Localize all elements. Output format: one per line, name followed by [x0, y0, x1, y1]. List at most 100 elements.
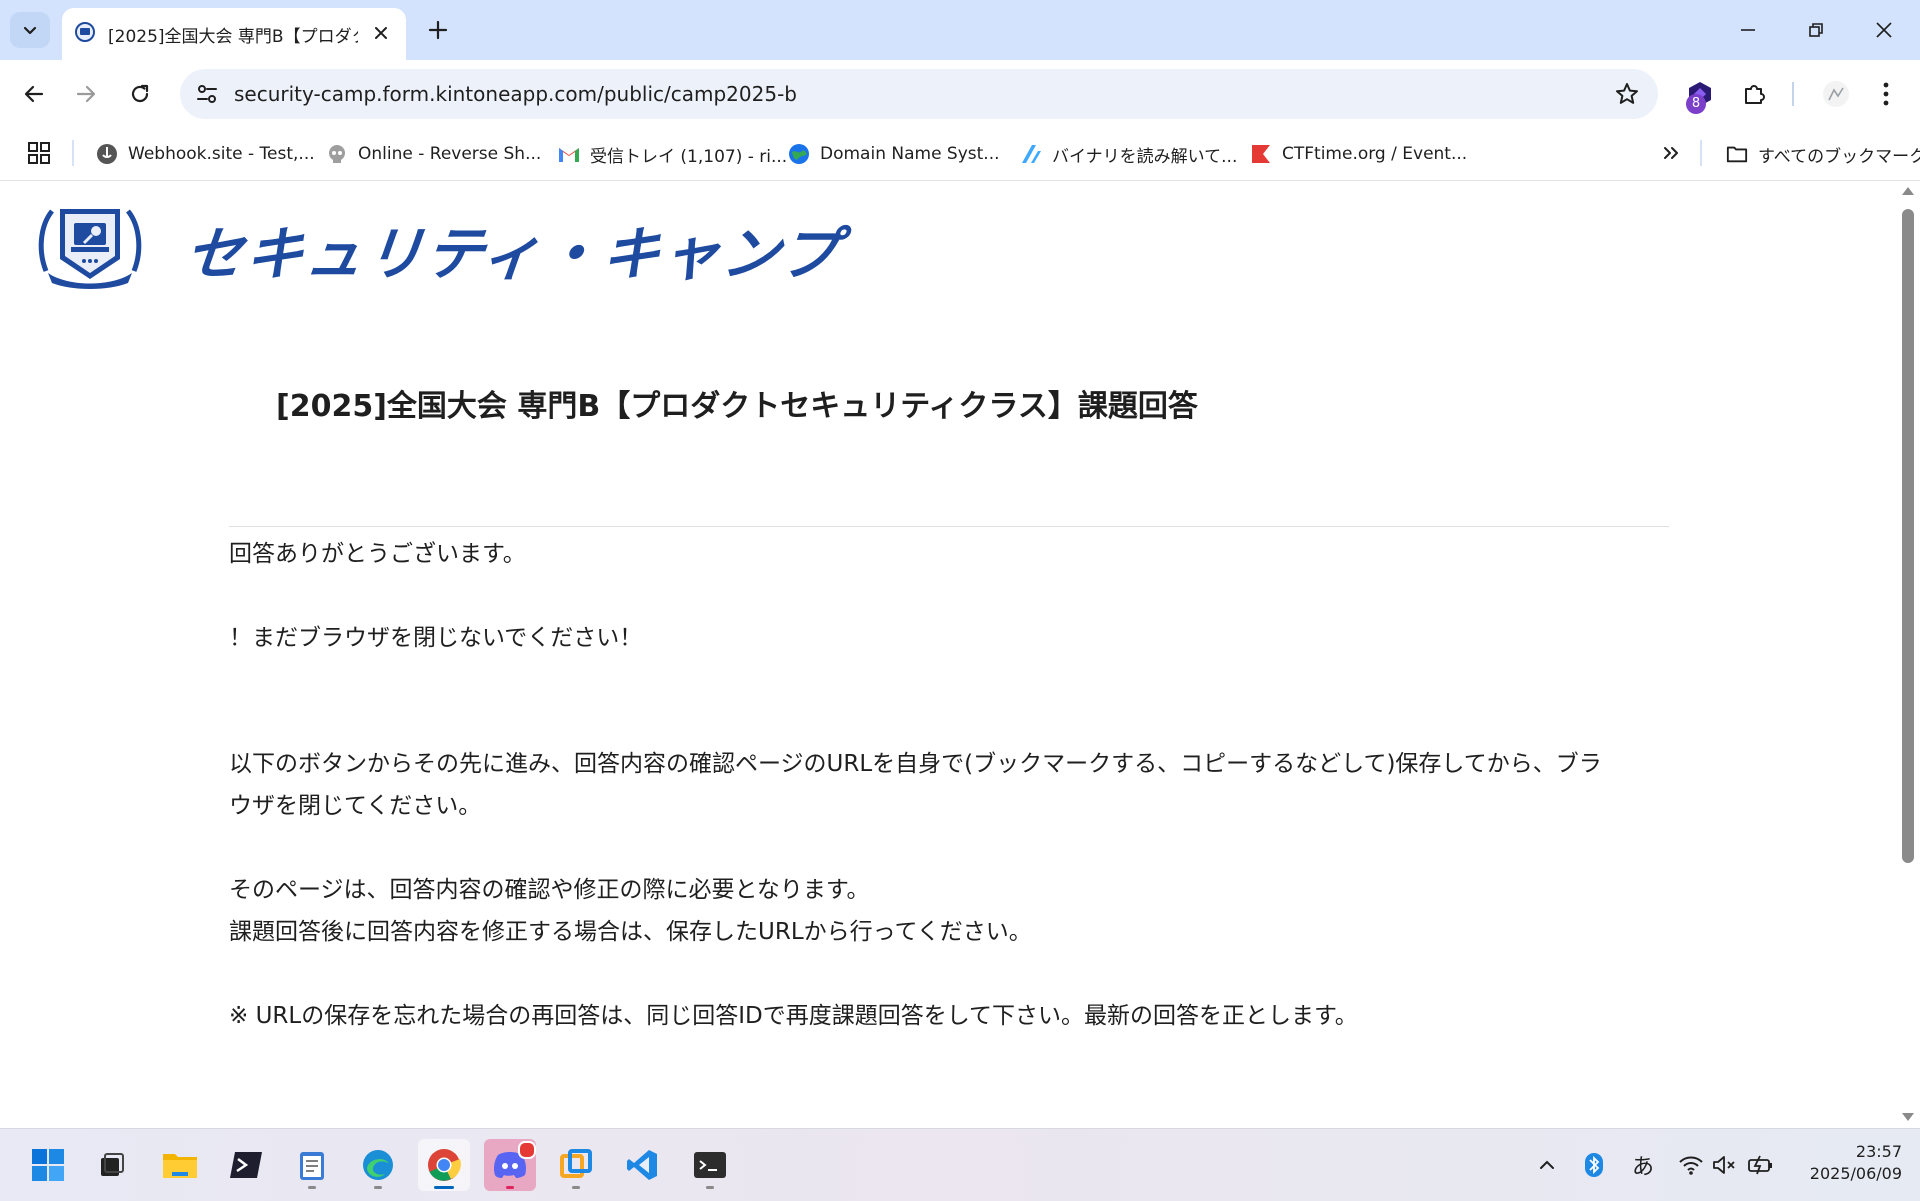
instruction-text-line1: 以下のボタンからその先に進み、回答内容の確認ページのURLを自身で(ブックマーク…: [229, 751, 1602, 777]
ime-indicator[interactable]: あ: [1628, 1149, 1658, 1181]
close-icon: [1876, 22, 1892, 38]
bookmark-gmail[interactable]: 受信トレイ (1,107) - ri...: [558, 140, 787, 168]
scroll-down-arrow-icon[interactable]: [1902, 1113, 1914, 1121]
apps-grid-icon[interactable]: [26, 140, 52, 166]
bookmark-label: Webhook.site - Test,...: [128, 144, 315, 164]
new-tab-button[interactable]: [424, 16, 452, 44]
battery-charging-icon: [1748, 1155, 1772, 1175]
battery-tray-button[interactable]: [1746, 1149, 1776, 1181]
back-button[interactable]: [14, 74, 54, 114]
bookmarks-bar: Webhook.site - Test,... Online - Reverse…: [0, 128, 1920, 181]
wifi-tray-button[interactable]: [1676, 1149, 1706, 1181]
bookmark-reverse-shell[interactable]: Online - Reverse Sh...: [326, 140, 541, 168]
globe-icon: [788, 143, 810, 165]
start-button[interactable]: [22, 1139, 74, 1191]
bookmark-label: 受信トレイ (1,107) - ri...: [590, 146, 788, 167]
security-camp-favicon-icon: [74, 21, 96, 43]
notepad-icon: [300, 1152, 324, 1180]
address-bar[interactable]: security-camp.form.kintoneapp.com/public…: [180, 69, 1658, 119]
bookmarks-separator: [1700, 140, 1702, 166]
vscode-icon: [627, 1150, 657, 1180]
ctftime-icon: [1250, 143, 1272, 165]
file-explorer-app[interactable]: [154, 1139, 206, 1191]
bookmark-dns[interactable]: Domain Name Syst...: [788, 140, 1000, 168]
bookmark-label: Online - Reverse Sh...: [358, 144, 542, 164]
page-title: [2025]全国大会 専門B【プロダクトセキュリティクラス】課題回答: [276, 389, 1198, 424]
arrow-right-icon: [76, 85, 96, 103]
running-indicator: [572, 1186, 580, 1189]
extensions-menu-button[interactable]: [1734, 74, 1774, 114]
tab-search-button[interactable]: [10, 12, 50, 48]
footnote-text: ※ URLの保存を忘れた場合の再回答は、同じ回答IDで再度課題回答をして下さい。…: [229, 1003, 1358, 1029]
clock-time: 23:57: [1855, 1142, 1902, 1161]
vmware-app[interactable]: [550, 1139, 602, 1191]
arrow-left-icon: [24, 85, 44, 103]
more-bookmarks-button[interactable]: [1656, 138, 1686, 168]
running-indicator: [308, 1186, 316, 1189]
close-tab-icon[interactable]: [370, 22, 392, 44]
bookmark-label: CTFtime.org / Event...: [1282, 144, 1468, 164]
bluetooth-icon: [1585, 1153, 1603, 1177]
profile-avatar-icon: [1823, 81, 1849, 107]
terminal-app[interactable]: [684, 1139, 736, 1191]
more-vertical-icon: [1883, 82, 1889, 106]
bluetooth-tray-button[interactable]: [1580, 1149, 1608, 1181]
reload-icon: [131, 84, 149, 103]
forward-button[interactable]: [66, 74, 106, 114]
folder-icon: [1726, 143, 1748, 165]
taskbar-clock[interactable]: 23:57 2025/06/09: [1782, 1141, 1902, 1185]
security-camp-wordmark: セキュリティ・キャンプ: [181, 220, 844, 288]
active-tab[interactable]: [2025]全国大会 専門B【プロダクト: [62, 8, 406, 60]
clock-date: 2025/06/09: [1809, 1164, 1902, 1183]
plus-icon: [428, 20, 448, 40]
security-camp-emblem-logo: [38, 201, 142, 291]
puzzle-icon: [1745, 85, 1765, 104]
scroll-up-arrow-icon[interactable]: [1902, 187, 1914, 195]
browser-menu-button[interactable]: [1866, 74, 1906, 114]
reload-button[interactable]: [120, 74, 160, 114]
powershell-app[interactable]: [220, 1139, 272, 1191]
note-text-line2: 課題回答後に回答内容を修正する場合は、保存したURLから行ってください。: [229, 919, 1032, 945]
terminal-icon: [694, 1152, 726, 1178]
powershell-icon: [230, 1152, 262, 1178]
volume-muted-icon: [1713, 1156, 1735, 1174]
note-text-line1: そのページは、回答内容の確認や修正の際に必要となります。: [229, 877, 870, 903]
chrome-app[interactable]: [418, 1139, 470, 1191]
bookmark-label: バイナリを読み解いて...: [1052, 146, 1238, 167]
toolbar-divider: [1792, 82, 1794, 106]
chrome-icon: [428, 1149, 461, 1181]
all-bookmarks-button[interactable]: すべてのブックマーク: [1726, 140, 1920, 168]
skull-icon: [326, 143, 348, 165]
windows-logo-icon: [32, 1149, 64, 1181]
minimize-button[interactable]: [1724, 10, 1772, 50]
bookmark-star-icon[interactable]: [1614, 81, 1640, 107]
task-view-icon: [101, 1153, 124, 1176]
vscode-app[interactable]: [616, 1139, 668, 1191]
notification-badge: [518, 1141, 536, 1159]
title-divider: [229, 526, 1669, 527]
windows-taskbar: あ 23:57 2025/06/09: [0, 1128, 1920, 1201]
url-text[interactable]: security-camp.form.kintoneapp.com/public…: [234, 82, 797, 106]
show-hidden-icons-button[interactable]: [1534, 1149, 1560, 1181]
running-indicator: [374, 1186, 382, 1189]
close-window-button[interactable]: [1860, 10, 1908, 50]
restore-icon: [1809, 23, 1823, 37]
page-scrollbar[interactable]: [1896, 181, 1920, 1128]
discord-app[interactable]: [484, 1139, 536, 1191]
restore-button[interactable]: [1792, 10, 1840, 50]
bookmark-ctftime[interactable]: CTFtime.org / Event...: [1250, 140, 1467, 168]
volume-tray-button[interactable]: [1710, 1149, 1740, 1181]
chevron-down-icon: [23, 26, 37, 35]
bookmarks-separator: [72, 140, 74, 166]
page-content: セキュリティ・キャンプ [2025]全国大会 専門B【プロダクトセキュリティクラ…: [0, 181, 1896, 1128]
task-view-button[interactable]: [86, 1139, 138, 1191]
edge-app[interactable]: [352, 1139, 404, 1191]
bookmark-webhook[interactable]: Webhook.site - Test,...: [96, 140, 315, 168]
notepad-app[interactable]: [286, 1139, 338, 1191]
bookmark-zenn[interactable]: バイナリを読み解いて...: [1020, 140, 1237, 168]
site-settings-icon[interactable]: [194, 81, 220, 107]
folder-icon: [163, 1154, 197, 1178]
scrollbar-thumb[interactable]: [1902, 209, 1914, 863]
profile-button[interactable]: [1816, 74, 1856, 114]
bookmark-label: Domain Name Syst...: [820, 144, 1000, 164]
